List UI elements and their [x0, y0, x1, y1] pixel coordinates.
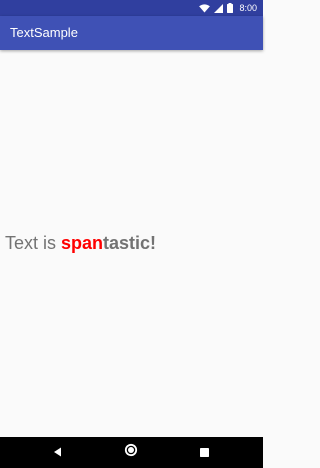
text-plain: Text is [5, 233, 62, 253]
app-bar: TextSample [0, 16, 263, 50]
battery-icon [227, 3, 234, 13]
status-bar: 8:00 [0, 0, 263, 16]
status-time: 8:00 [239, 3, 257, 13]
back-button[interactable] [38, 437, 78, 468]
recents-icon [199, 444, 209, 462]
app-title: TextSample [10, 25, 78, 40]
sample-text: Text is spantastic! [5, 231, 156, 255]
navigation-bar [0, 437, 263, 468]
back-icon [53, 444, 63, 462]
wifi-icon [199, 3, 211, 13]
text-span-red: span [61, 233, 104, 253]
text-span-bold: tastic! [103, 233, 157, 253]
home-button[interactable] [111, 437, 151, 468]
signal-icon [214, 3, 224, 13]
status-icons: 8:00 [199, 0, 257, 16]
main-content: Text is spantastic! [0, 50, 263, 437]
home-icon [124, 443, 138, 462]
recents-button[interactable] [184, 437, 224, 468]
